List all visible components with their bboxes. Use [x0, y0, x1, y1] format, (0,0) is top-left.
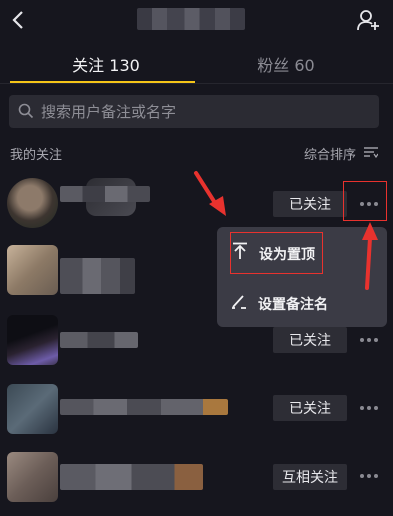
avatar[interactable]	[7, 452, 58, 502]
user-name-blurred	[60, 399, 228, 415]
sort-icon[interactable]	[364, 146, 378, 158]
search-icon	[18, 103, 34, 119]
user-name-blurred	[60, 332, 138, 348]
highlight-more-button	[343, 181, 387, 221]
menu-item-set-remark[interactable]: 设置备注名	[258, 294, 328, 314]
tab-following[interactable]: 关注 130	[20, 52, 192, 75]
annotation-arrow-icon	[194, 171, 226, 216]
follow-status-button[interactable]: 已关注	[273, 327, 347, 353]
tab-fans[interactable]: 粉丝 60	[200, 52, 372, 75]
avatar[interactable]	[7, 384, 58, 434]
avatar[interactable]	[7, 315, 58, 365]
section-title: 我的关注	[10, 148, 63, 163]
follow-status-button[interactable]: 已关注	[273, 395, 347, 421]
more-options-icon[interactable]	[359, 404, 381, 412]
back-chevron-left-icon[interactable]	[8, 8, 30, 32]
add-user-icon[interactable]	[356, 9, 380, 31]
avatar[interactable]	[7, 245, 58, 295]
follow-status-button[interactable]: 已关注	[273, 191, 347, 217]
divider	[0, 83, 393, 84]
annotation-arrow-icon	[362, 222, 378, 290]
sort-button[interactable]: 综合排序	[304, 144, 356, 163]
user-name-blurred	[60, 186, 150, 202]
edit-icon	[232, 295, 246, 309]
mutual-follow-button[interactable]: 互相关注	[273, 464, 347, 490]
more-options-icon[interactable]	[359, 472, 381, 480]
search-placeholder: 搜索用户备注或名字	[41, 103, 177, 121]
user-name-blurred	[60, 258, 135, 294]
avatar[interactable]	[7, 178, 58, 228]
user-name-blurred	[60, 464, 203, 490]
highlight-pin-top	[230, 232, 323, 274]
page-title-blurred	[137, 8, 245, 30]
more-options-icon[interactable]	[359, 336, 381, 344]
